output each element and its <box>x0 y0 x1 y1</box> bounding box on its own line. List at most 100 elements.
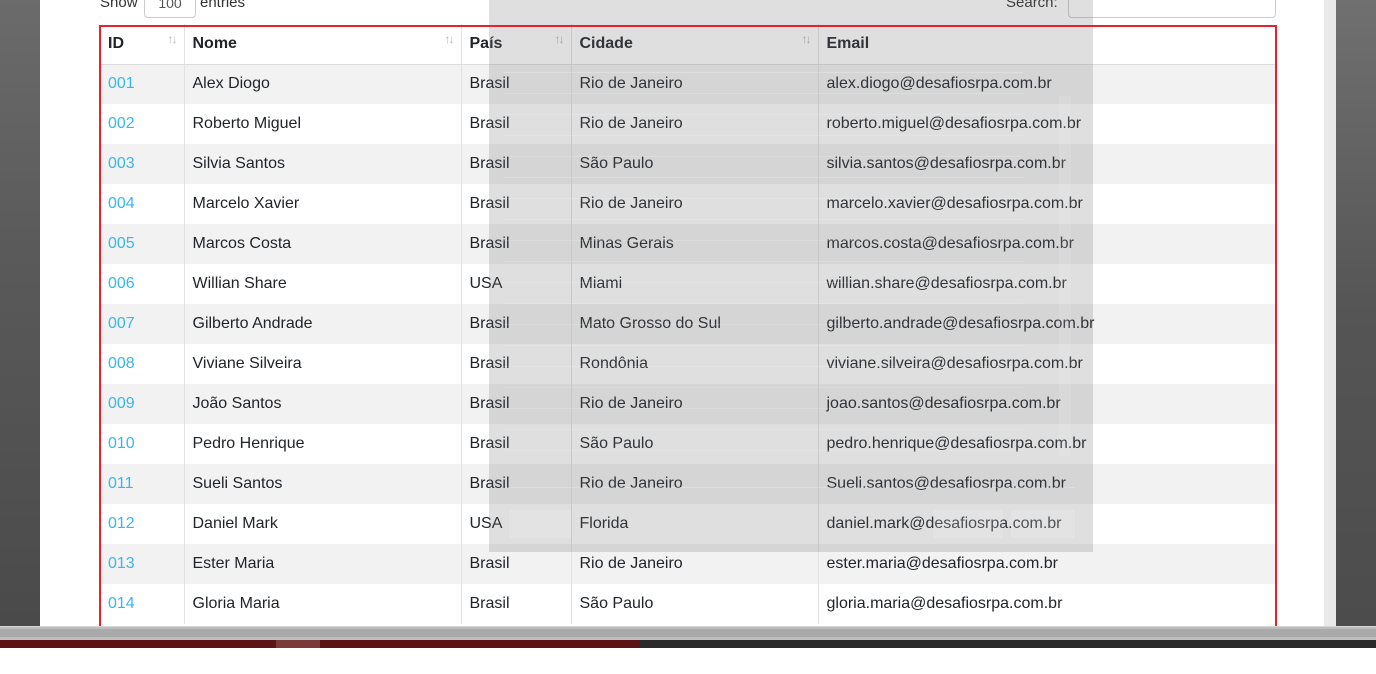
table-row: 001 Alex Diogo Brasil Rio de Janeiro ale… <box>100 64 1276 104</box>
cell-cidade: Rio de Janeiro <box>570 104 818 144</box>
id-link[interactable]: 012 <box>108 515 135 532</box>
taskbar-marker <box>276 640 320 648</box>
column-header-pais[interactable]: País ↑↓ <box>460 24 571 65</box>
cell-email: joao.santos@desafiosrpa.com.br <box>817 384 1276 424</box>
taskbar-strip <box>0 640 1376 648</box>
id-link[interactable]: 003 <box>108 155 135 172</box>
show-label: Show <box>100 0 138 11</box>
cell-nome: Marcelo Xavier <box>183 184 461 224</box>
cell-email: pedro.henrique@desafiosrpa.com.br <box>817 424 1276 464</box>
id-link[interactable]: 002 <box>108 115 135 132</box>
cell-email: marcelo.xavier@desafiosrpa.com.br <box>817 184 1276 224</box>
table-row: 004 Marcelo Xavier Brasil Rio de Janeiro… <box>100 184 1276 224</box>
cell-nome: Alex Diogo <box>183 64 461 104</box>
table-row: 006 Willian Share USA Miami willian.shar… <box>100 264 1276 304</box>
card-edge <box>1324 0 1336 626</box>
column-header-nome[interactable]: Nome ↑↓ <box>183 24 461 65</box>
background-left <box>0 0 40 626</box>
cell-email: Sueli.santos@desafiosrpa.com.br <box>817 464 1276 504</box>
id-link[interactable]: 006 <box>108 275 135 292</box>
background-right <box>1336 0 1376 626</box>
cell-email: ester.maria@desafiosrpa.com.br <box>817 544 1276 584</box>
cell-id: 005 <box>100 224 184 264</box>
table-row: 003 Silvia Santos Brasil São Paulo silvi… <box>100 144 1276 184</box>
cell-pais: USA <box>460 264 571 304</box>
cell-pais: Brasil <box>460 304 571 344</box>
cell-id: 003 <box>100 144 184 184</box>
id-link[interactable]: 013 <box>108 555 135 572</box>
entries-label: entries <box>200 0 246 11</box>
column-header-label: País <box>469 34 503 52</box>
table-row: 007 Gilberto Andrade Brasil Mato Grosso … <box>100 304 1276 344</box>
cell-id: 011 <box>100 464 184 504</box>
table-controls: Show 100 entries Search: <box>100 0 1276 18</box>
cell-nome: Ester Maria <box>183 544 461 584</box>
column-header-id[interactable]: ID ↑↓ <box>100 24 184 65</box>
cell-pais: Brasil <box>460 344 571 384</box>
cell-id: 002 <box>100 104 184 144</box>
table-row: 012 Daniel Mark USA Florida daniel.mark@… <box>100 504 1276 544</box>
cell-email: roberto.miguel@desafiosrpa.com.br <box>817 104 1276 144</box>
cell-email: alex.diogo@desafiosrpa.com.br <box>817 64 1276 104</box>
sort-arrows-icon: ↑↓ <box>444 32 455 46</box>
cell-email: viviane.silveira@desafiosrpa.com.br <box>817 344 1276 384</box>
search-input[interactable] <box>1068 0 1276 18</box>
cell-email: silvia.santos@desafiosrpa.com.br <box>817 144 1276 184</box>
cell-id: 004 <box>100 184 184 224</box>
column-header-label: ID <box>108 34 124 52</box>
cell-email: willian.share@desafiosrpa.com.br <box>817 264 1276 304</box>
cell-id: 013 <box>100 544 184 584</box>
cell-pais: Brasil <box>460 584 571 624</box>
table-row: 009 João Santos Brasil Rio de Janeiro jo… <box>100 384 1276 424</box>
cell-pais: USA <box>460 504 571 544</box>
cell-id: 014 <box>100 584 184 624</box>
cell-cidade: Florida <box>570 504 818 544</box>
table-header-row: ID ↑↓ Nome ↑↓ País ↑↓ Cidade ↑↓ Email <box>100 24 1276 65</box>
cell-pais: Brasil <box>460 64 571 104</box>
cell-id: 010 <box>100 424 184 464</box>
cell-nome: Gloria Maria <box>183 584 461 624</box>
id-link[interactable]: 008 <box>108 355 135 372</box>
id-link[interactable]: 007 <box>108 315 135 332</box>
id-link[interactable]: 004 <box>108 195 135 212</box>
cell-pais: Brasil <box>460 424 571 464</box>
cell-nome: João Santos <box>183 384 461 424</box>
table-body: 001 Alex Diogo Brasil Rio de Janeiro ale… <box>100 64 1276 624</box>
cell-nome: Gilberto Andrade <box>183 304 461 344</box>
id-link[interactable]: 011 <box>108 475 134 492</box>
horizontal-scrollbar[interactable] <box>0 626 1376 640</box>
cell-email: gloria.maria@desafiosrpa.com.br <box>817 584 1276 624</box>
sort-arrows-icon: ↑↓ <box>554 32 565 46</box>
cell-cidade: Rio de Janeiro <box>570 184 818 224</box>
id-link[interactable]: 001 <box>108 75 135 92</box>
sort-arrows-icon: ↑↓ <box>167 32 178 46</box>
cell-cidade: Minas Gerais <box>570 224 818 264</box>
search-label: Search: <box>1006 0 1058 11</box>
table-row: 011 Sueli Santos Brasil Rio de Janeiro S… <box>100 464 1276 504</box>
cell-cidade: São Paulo <box>570 584 818 624</box>
cell-nome: Marcos Costa <box>183 224 461 264</box>
cell-id: 007 <box>100 304 184 344</box>
id-link[interactable]: 005 <box>108 235 135 252</box>
table-row: 014 Gloria Maria Brasil São Paulo gloria… <box>100 584 1276 624</box>
cell-cidade: São Paulo <box>570 424 818 464</box>
id-link[interactable]: 010 <box>108 435 135 452</box>
taskbar-red-area <box>0 640 640 648</box>
cell-cidade: Rondônia <box>570 344 818 384</box>
column-header-email[interactable]: Email <box>817 24 1276 65</box>
column-header-label: Cidade <box>579 34 633 52</box>
cell-email: daniel.mark@desafiosrpa.com.br <box>817 504 1276 544</box>
scrollbar-thumb[interactable] <box>0 629 1376 637</box>
cell-cidade: Mato Grosso do Sul <box>570 304 818 344</box>
cell-id: 012 <box>100 504 184 544</box>
id-link[interactable]: 009 <box>108 395 135 412</box>
id-link[interactable]: 014 <box>108 595 135 612</box>
column-header-cidade[interactable]: Cidade ↑↓ <box>570 24 818 65</box>
column-header-label: Nome <box>192 34 237 52</box>
cell-nome: Silvia Santos <box>183 144 461 184</box>
cell-pais: Brasil <box>460 224 571 264</box>
cell-cidade: Rio de Janeiro <box>570 64 818 104</box>
cell-id: 006 <box>100 264 184 304</box>
cell-id: 008 <box>100 344 184 384</box>
entries-length-select[interactable]: 100 <box>144 0 196 18</box>
